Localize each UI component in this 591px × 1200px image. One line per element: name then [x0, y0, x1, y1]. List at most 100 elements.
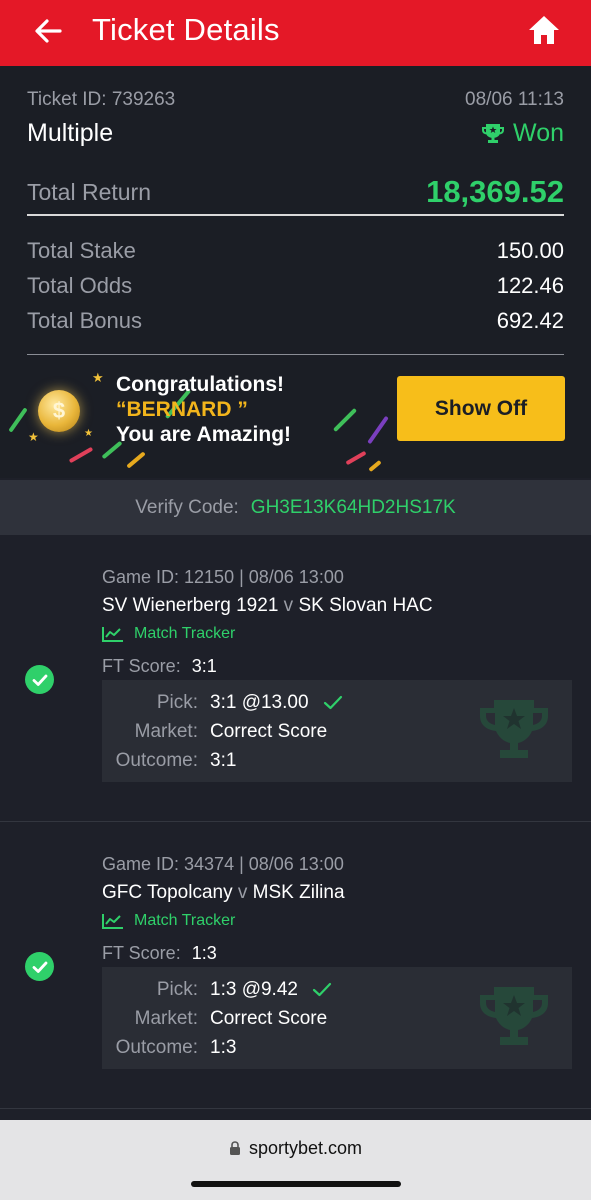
market-value: Correct Score	[210, 1008, 328, 1029]
decor-streak	[368, 459, 382, 473]
total-odds-value: 122.46	[496, 273, 564, 298]
ticket-type: Multiple	[27, 119, 114, 147]
pick-row: Pick: 3:1 @13.00	[102, 692, 343, 714]
pick-label: Pick:	[156, 692, 198, 713]
total-stake-row: Total Stake 150.00	[27, 238, 564, 264]
decor-streak	[8, 407, 28, 433]
page-title: Ticket Details	[92, 12, 280, 47]
verify-code-label: Verify Code:	[135, 496, 239, 518]
divider	[27, 214, 564, 216]
home-team: SV Wienerberg 1921	[102, 595, 279, 616]
total-odds-row: Total Odds 122.46	[27, 273, 564, 299]
ft-score-label: FT Score:	[102, 656, 181, 676]
outcome-value: 1:3	[210, 1037, 237, 1058]
market-row: Market: Correct Score	[102, 721, 328, 743]
ft-score: FT Score: 3:1	[102, 656, 217, 677]
total-return-label: Total Return	[27, 178, 152, 205]
decor-streak	[345, 450, 367, 466]
check-circle-icon	[25, 952, 54, 981]
outcome-label: Outcome:	[115, 1037, 198, 1058]
away-team: SK Slovan HAC	[298, 595, 433, 616]
outcome-row: Outcome: 1:3	[102, 1037, 237, 1059]
back-button[interactable]	[30, 13, 66, 49]
coin-icon: $	[38, 390, 80, 432]
market-value: Correct Score	[210, 721, 328, 742]
ft-score-label: FT Score:	[102, 943, 181, 963]
trophy-watermark-icon	[480, 987, 548, 1045]
trophy-icon	[482, 123, 505, 143]
decor-streak	[367, 415, 389, 445]
pick-details: Pick: 3:1 @13.00 Market: Correct Score O…	[102, 680, 572, 782]
chart-line-icon	[102, 627, 123, 642]
outcome-value: 3:1	[210, 750, 237, 771]
match-teams: GFC Topolcany v MSK Zilina	[102, 882, 345, 904]
chart-line-icon	[102, 914, 123, 929]
pick-label: Pick:	[156, 979, 198, 1000]
star-icon: ★	[84, 428, 93, 439]
home-team: GFC Topolcany	[102, 882, 233, 903]
congrats-username: “BERNARD ”	[116, 398, 248, 421]
congrats-line: Congratulations!	[116, 373, 284, 396]
ticket-meta-row: Ticket ID: 739263 08/06 11:13	[27, 89, 564, 111]
divider	[27, 354, 564, 355]
outcome-row: Outcome: 3:1	[102, 750, 237, 772]
match-tracker-label: Match Tracker	[134, 912, 236, 929]
game-id: Game ID: 12150 | 08/06 13:00	[102, 567, 344, 587]
total-stake-label: Total Stake	[27, 238, 136, 263]
pick-value-text: 1:3 @9.42	[210, 979, 298, 1000]
total-return-row: Total Return 18,369.52	[27, 174, 564, 210]
market-label: Market:	[134, 1008, 198, 1029]
ticket-id-value: 739263	[111, 89, 176, 110]
home-button[interactable]	[527, 13, 561, 47]
verify-code-bar: Verify Code: GH3E13K64HD2HS17K	[0, 480, 591, 535]
congrats-line: You are Amazing!	[116, 423, 292, 446]
total-bonus-value: 692.42	[496, 308, 564, 333]
away-team: MSK Zilina	[252, 882, 345, 903]
ft-score: FT Score: 1:3	[102, 943, 217, 964]
ticket-datetime: 08/06 11:13	[465, 89, 564, 110]
congrats-banner: ★ ★ ★ $ Congratulations! “BERNARD ” You …	[0, 358, 591, 478]
header-bar: Ticket Details	[0, 0, 591, 66]
pick-row: Pick: 1:3 @9.42	[102, 979, 332, 1001]
divider	[0, 1108, 591, 1109]
outcome-label: Outcome:	[115, 750, 198, 771]
market-label: Market:	[134, 721, 198, 742]
url-text: sportybet.com	[248, 1138, 363, 1158]
home-indicator[interactable]	[191, 1181, 401, 1187]
total-odds-label: Total Odds	[27, 273, 133, 298]
ft-score-value: 3:1	[191, 656, 217, 676]
match-teams: SV Wienerberg 1921 v SK Slovan HAC	[102, 595, 433, 617]
versus-label: v	[283, 595, 294, 616]
url-bar[interactable]: sportybet.com	[0, 1138, 591, 1159]
check-circle-icon	[25, 665, 54, 694]
checkmark-icon	[323, 695, 342, 710]
list-item: Game ID: 12150 | 08/06 13:00 SV Wienerbe…	[0, 535, 591, 822]
pick-value-text: 3:1 @13.00	[210, 692, 309, 713]
show-off-button[interactable]: Show Off	[397, 376, 565, 441]
total-return-value: 18,369.52	[426, 174, 564, 209]
decor-streak	[68, 446, 94, 464]
list-item: Game ID: 34374 | 08/06 13:00 GFC Topolca…	[0, 822, 591, 1109]
ticket-id-label: Ticket ID:	[27, 89, 107, 110]
star-icon: ★	[92, 370, 104, 385]
total-bonus-label: Total Bonus	[27, 308, 142, 333]
total-bonus-row: Total Bonus 692.42	[27, 308, 564, 334]
star-icon: ★	[28, 430, 39, 444]
trophy-watermark-icon	[480, 700, 548, 758]
versus-label: v	[237, 882, 248, 903]
ticket-type-row: Multiple Won	[27, 119, 564, 148]
verify-code-value[interactable]: GH3E13K64HD2HS17K	[251, 497, 456, 519]
total-stake-value: 150.00	[496, 238, 564, 263]
match-tracker-link[interactable]: Match Tracker	[102, 625, 235, 643]
pick-details: Pick: 1:3 @9.42 Market: Correct Score Ou…	[102, 967, 572, 1069]
market-row: Market: Correct Score	[102, 1008, 328, 1030]
pick-value: 3:1 @13.00	[210, 692, 343, 714]
match-tracker-link[interactable]: Match Tracker	[102, 912, 235, 930]
game-id: Game ID: 34374 | 08/06 13:00	[102, 854, 344, 874]
checkmark-icon	[312, 982, 332, 997]
ft-score-value: 1:3	[191, 943, 217, 963]
home-icon	[529, 16, 559, 44]
match-tracker-label: Match Tracker	[134, 625, 236, 642]
status-badge: Won	[481, 119, 564, 148]
ticket-id: Ticket ID: 739263	[27, 89, 175, 111]
